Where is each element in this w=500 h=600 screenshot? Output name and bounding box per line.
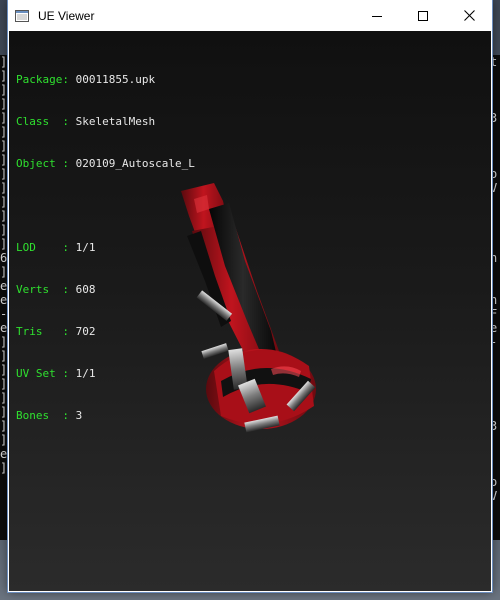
close-icon [463, 10, 475, 21]
3d-viewport[interactable]: Package: 00011855.upk Class : SkeletalMe… [9, 31, 491, 591]
title-bar[interactable]: UE Viewer [8, 0, 492, 31]
minimize-button[interactable] [354, 0, 400, 31]
window-title: UE Viewer [38, 8, 95, 23]
maximize-icon [418, 10, 428, 21]
ue-viewer-window: UE Viewer Package: 00011855.upk Class : … [8, 0, 492, 592]
ue-viewer-app-icon[interactable] [14, 8, 30, 24]
maximize-button[interactable] [400, 0, 446, 31]
minimize-icon [372, 15, 382, 17]
close-button[interactable] [446, 0, 492, 31]
skeletal-mesh-render [181, 183, 316, 433]
